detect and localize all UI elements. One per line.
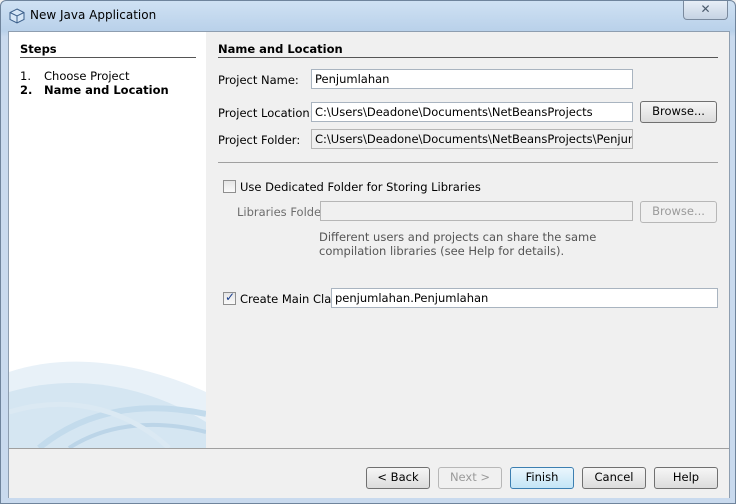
project-name-label: Project Name:	[218, 73, 299, 87]
project-location-input[interactable]: C:\Users\Deadone\Documents\NetBeansProje…	[311, 102, 633, 122]
project-folder-label: Project Folder:	[218, 133, 301, 147]
dialog-window: New Java Application ✕ Steps 1. Choose Pr…	[0, 0, 736, 504]
create-main-class-label[interactable]: Create Main Class	[240, 292, 343, 306]
step-label: Name and Location	[44, 83, 169, 97]
steps-divider	[20, 57, 196, 58]
title-bar[interactable]: New Java Application ✕	[1, 1, 736, 31]
next-button[interactable]: Next >	[438, 467, 502, 489]
step-label: Choose Project	[44, 69, 130, 83]
back-button[interactable]: < Back	[366, 467, 430, 489]
create-main-class-checkbox[interactable]: ✓	[223, 290, 236, 305]
libraries-folder-input[interactable]	[320, 201, 633, 221]
browse-libraries-button[interactable]: Browse...	[640, 201, 717, 223]
step-item-name-location: 2. Name and Location	[20, 83, 169, 97]
steps-heading: Steps	[20, 42, 57, 56]
cancel-button[interactable]: Cancel	[582, 467, 646, 489]
section-divider	[218, 57, 718, 58]
button-bar: < Back Next > Finish Cancel Help	[9, 448, 729, 498]
finish-button[interactable]: Finish	[510, 467, 574, 489]
step-item-choose-project: 1. Choose Project	[20, 69, 129, 83]
name-location-panel: Name and Location Project Name: Penjumla…	[206, 32, 729, 448]
netbeans-cube-icon	[9, 8, 25, 24]
libraries-hint-text: Different users and projects can share t…	[319, 230, 597, 258]
window-title: New Java Application	[30, 8, 157, 22]
steps-panel: Steps 1. Choose Project 2. Name and Locati…	[9, 32, 206, 448]
dialog-body: Steps 1. Choose Project 2. Name and Locati…	[8, 31, 730, 498]
dedicated-folder-checkbox[interactable]	[223, 180, 236, 193]
section-heading: Name and Location	[218, 42, 343, 56]
close-icon: ✕	[700, 2, 711, 16]
project-location-label: Project Location:	[218, 106, 314, 120]
help-button[interactable]: Help	[654, 467, 718, 489]
libraries-folder-label: Libraries Folder:	[237, 205, 330, 219]
project-name-input[interactable]: Penjumlahan	[311, 69, 633, 89]
close-button[interactable]: ✕	[683, 1, 728, 20]
form-separator	[218, 162, 718, 163]
main-class-input[interactable]: penjumlahan.Penjumlahan	[331, 288, 718, 308]
checkmark-icon: ✓	[225, 290, 236, 304]
step-number: 2.	[20, 83, 33, 97]
browse-location-button[interactable]: Browse...	[640, 101, 717, 123]
decorative-swoosh-graphic	[9, 361, 206, 448]
project-folder-field: C:\Users\Deadone\Documents\NetBeansProje…	[311, 129, 633, 149]
dedicated-folder-label[interactable]: Use Dedicated Folder for Storing Librari…	[240, 180, 481, 194]
step-number: 1.	[20, 69, 31, 83]
